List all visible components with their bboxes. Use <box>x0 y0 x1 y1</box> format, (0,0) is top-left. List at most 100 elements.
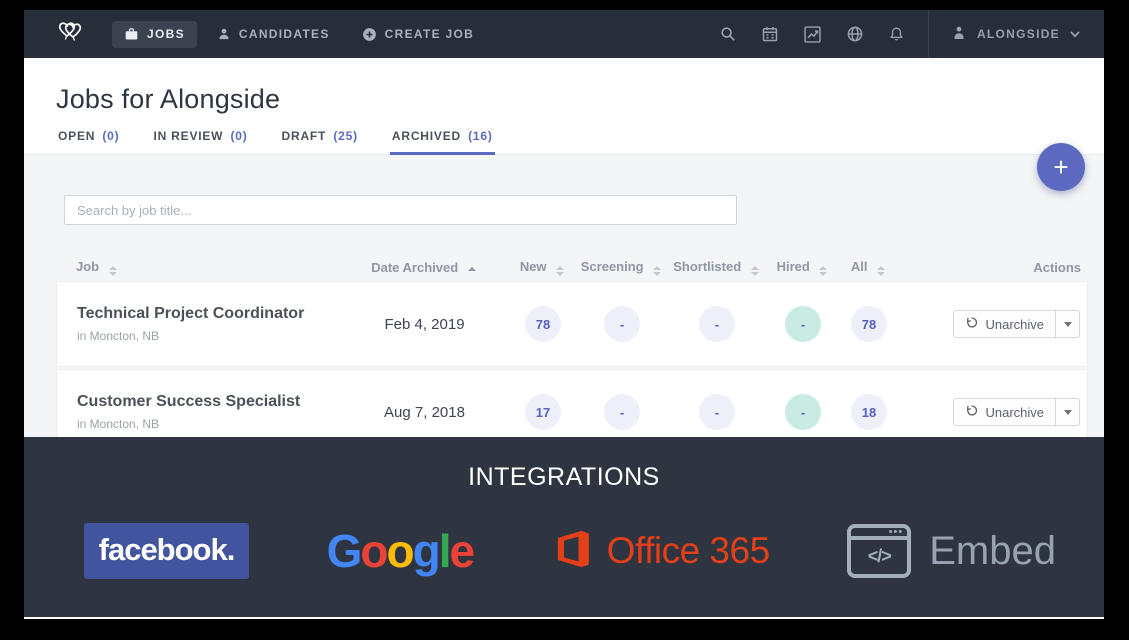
google-letter: l <box>439 525 450 577</box>
sort-icon <box>819 266 827 276</box>
integrations-title: INTEGRATIONS <box>24 463 1104 492</box>
date-archived-value: Feb 4, 2019 <box>337 316 512 333</box>
tab-in-review[interactable]: IN REVIEW (0) <box>151 129 249 155</box>
job-cell: Customer Success Specialist in Moncton, … <box>57 393 337 431</box>
sort-icon <box>877 266 885 276</box>
google-letter: o <box>360 525 386 577</box>
alongside-logo-icon <box>56 19 84 49</box>
tab-label: IN REVIEW <box>153 129 223 143</box>
office365-wordmark: Office 365 <box>607 530 770 572</box>
job-title-link[interactable]: Customer Success Specialist <box>77 393 337 411</box>
google-logo[interactable]: Google <box>327 524 473 578</box>
unarchive-button[interactable]: Unarchive <box>953 398 1056 426</box>
shortlisted-count-badge: - <box>699 394 735 430</box>
new-count-badge: 17 <box>525 394 561 430</box>
embed-logo[interactable]: ••• </> Embed <box>847 524 1056 578</box>
all-count-badge: 18 <box>851 394 887 430</box>
column-header-label: Date Archived <box>371 260 458 275</box>
job-status-tabs: OPEN (0) IN REVIEW (0) DRAFT (25) ARCHIV… <box>56 129 495 155</box>
tab-label: OPEN <box>58 129 95 143</box>
google-letter: G <box>327 525 361 577</box>
google-letter: g <box>413 525 439 577</box>
unarchive-dropdown-button[interactable] <box>1056 398 1080 426</box>
tab-draft[interactable]: DRAFT (25) <box>280 129 360 155</box>
caret-down-icon <box>1064 322 1072 327</box>
actions-cell: Unarchive <box>896 398 1087 426</box>
analytics-icon[interactable] <box>804 26 821 43</box>
office365-logo[interactable]: Office 365 <box>551 525 770 578</box>
column-header-label: Actions <box>1033 260 1081 275</box>
google-letter: e <box>449 525 473 577</box>
tab-count: (0) <box>102 129 119 143</box>
column-header-hired[interactable]: Hired <box>763 259 841 276</box>
search-icon[interactable] <box>720 26 736 42</box>
nav-item-label: CANDIDATES <box>239 27 330 41</box>
sort-asc-icon <box>468 267 476 271</box>
navbar-right: ALONGSIDE <box>694 10 1080 58</box>
unarchive-label: Unarchive <box>985 405 1044 420</box>
account-menu[interactable]: ALONGSIDE <box>951 25 1080 44</box>
nav-item-candidates[interactable]: CANDIDATES <box>205 21 342 47</box>
column-header-job[interactable]: Job <box>56 259 336 276</box>
google-letter: o <box>386 525 412 577</box>
column-header-screening[interactable]: Screening <box>573 259 669 276</box>
nav-item-create-job[interactable]: CREATE JOB <box>350 21 486 48</box>
job-row: Technical Project Coordinator in Moncton… <box>56 281 1088 367</box>
date-archived-value: Aug 7, 2018 <box>337 404 512 421</box>
job-cell: Technical Project Coordinator in Moncton… <box>57 305 337 343</box>
main-nav: JOBS CANDIDATES CREATE J <box>112 21 486 48</box>
screening-count-badge: - <box>604 306 640 342</box>
tab-label: DRAFT <box>282 129 327 143</box>
bell-icon[interactable] <box>889 26 904 42</box>
sort-icon <box>653 266 661 276</box>
job-location: in Moncton, NB <box>77 329 337 343</box>
search-input[interactable] <box>64 195 737 225</box>
office365-icon <box>551 525 595 578</box>
all-count-badge: 78 <box>851 306 887 342</box>
sort-icon <box>556 266 564 276</box>
nav-item-jobs[interactable]: JOBS <box>112 21 197 48</box>
tab-archived[interactable]: ARCHIVED (16) <box>390 129 495 155</box>
facebook-logo[interactable]: facebook. <box>84 523 249 579</box>
unarchive-dropdown-button[interactable] <box>1056 310 1080 338</box>
column-header-label: All <box>851 259 868 274</box>
history-icon <box>965 316 978 332</box>
shortlisted-count-badge: - <box>699 306 735 342</box>
app-window: JOBS CANDIDATES CREATE J <box>24 10 1104 619</box>
column-header-label: Hired <box>777 259 810 274</box>
tab-label: ARCHIVED <box>392 129 461 143</box>
calendar-icon[interactable] <box>762 26 778 42</box>
embed-window-icon: ••• </> <box>847 524 911 578</box>
hired-count-badge: - <box>785 394 821 430</box>
embed-wordmark: Embed <box>929 529 1056 574</box>
integration-logos: facebook. Google Office 365 ••• </> Embe… <box>84 516 1056 586</box>
column-header-all[interactable]: All <box>841 259 895 276</box>
column-header-shortlisted[interactable]: Shortlisted <box>669 259 763 276</box>
column-header-label: Screening <box>581 259 644 274</box>
facebook-wordmark: facebook. <box>99 532 235 568</box>
chevron-down-icon <box>1070 27 1080 41</box>
account-icon <box>951 25 967 44</box>
tab-count: (25) <box>333 129 358 143</box>
briefcase-icon <box>124 27 139 42</box>
integrations-panel: INTEGRATIONS facebook. Google Office 365… <box>24 437 1104 617</box>
column-header-label: Job <box>76 259 99 274</box>
nav-item-label: JOBS <box>147 27 185 41</box>
new-count-badge: 78 <box>525 306 561 342</box>
caret-down-icon <box>1064 410 1072 415</box>
screening-count-badge: - <box>604 394 640 430</box>
table-header-row: Job Date Archived New Screening Shortlis… <box>56 253 1088 281</box>
job-title-link[interactable]: Technical Project Coordinator <box>77 305 337 323</box>
tab-count: (16) <box>468 129 493 143</box>
account-label: ALONGSIDE <box>977 27 1060 41</box>
unarchive-label: Unarchive <box>985 317 1044 332</box>
unarchive-button[interactable]: Unarchive <box>953 310 1056 338</box>
column-header-date-archived[interactable]: Date Archived <box>336 260 511 275</box>
window-dots: ••• <box>889 527 904 537</box>
globe-icon[interactable] <box>847 26 863 42</box>
code-glyph: </> <box>868 546 891 567</box>
column-header-label: New <box>520 259 547 274</box>
tab-open[interactable]: OPEN (0) <box>56 129 121 155</box>
add-job-button[interactable]: + <box>1037 143 1085 191</box>
column-header-new[interactable]: New <box>511 259 573 276</box>
